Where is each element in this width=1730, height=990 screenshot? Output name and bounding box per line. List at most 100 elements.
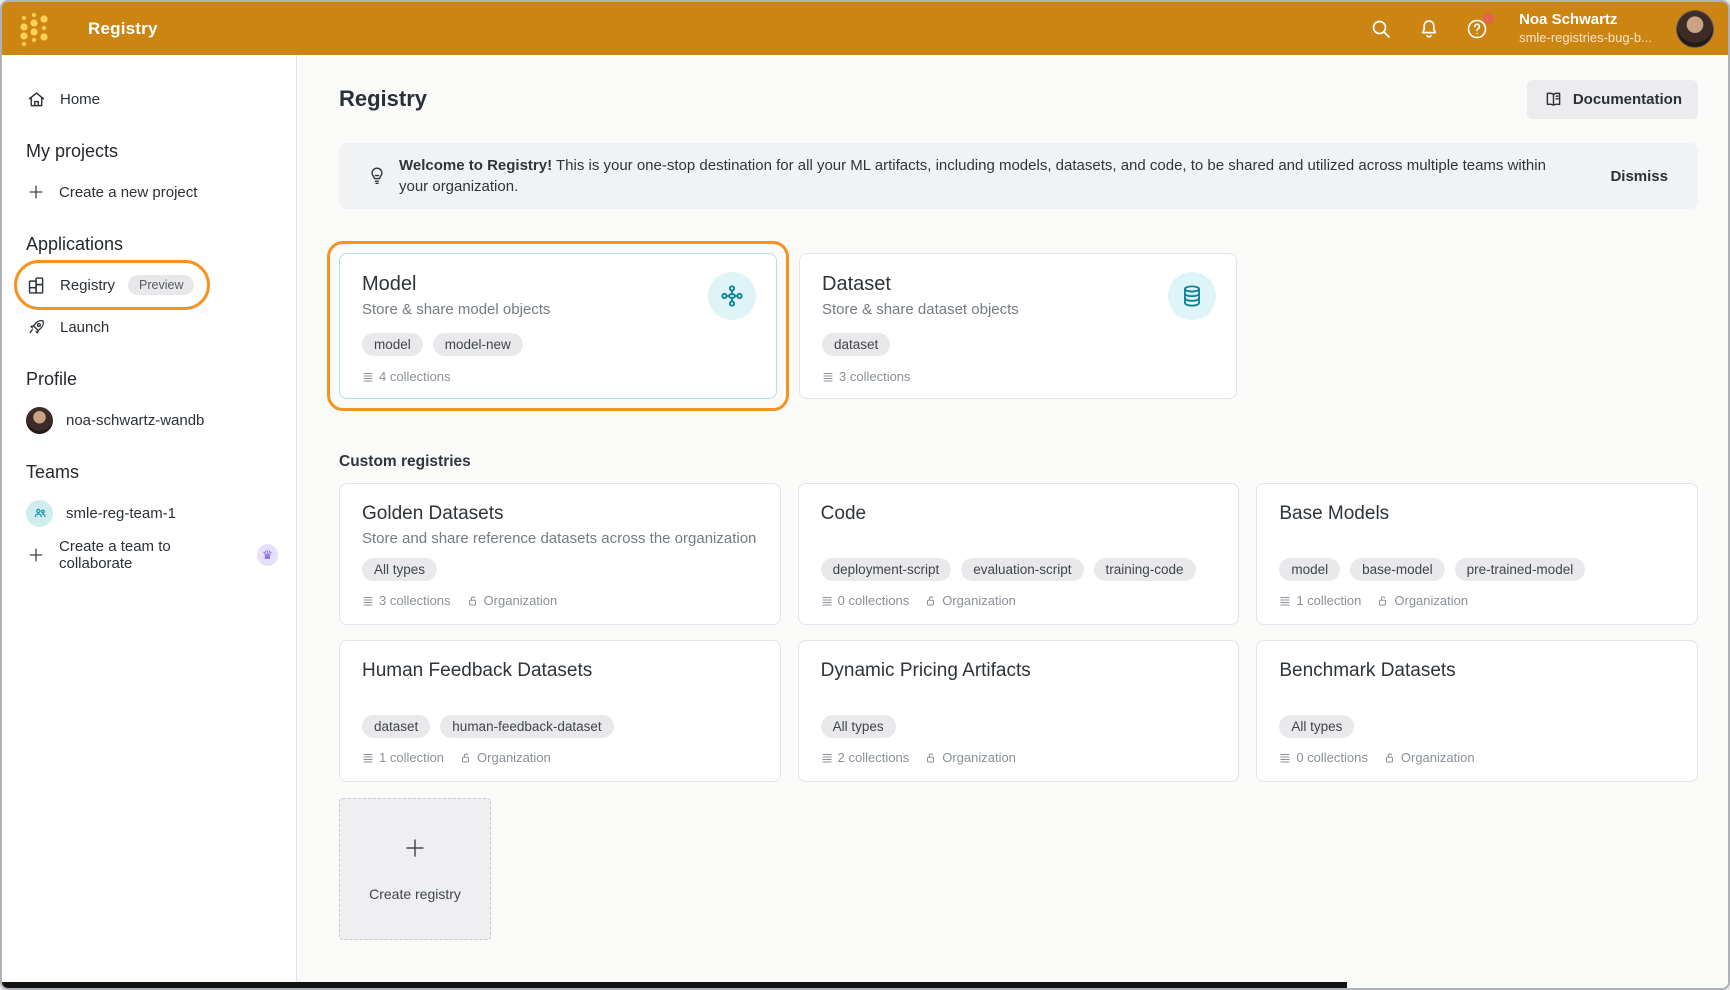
- wandb-logo-icon[interactable]: [2, 7, 66, 51]
- card-title: Dynamic Pricing Artifacts: [821, 660, 1217, 682]
- visibility-label: Organization: [484, 593, 558, 608]
- lightbulb-icon: [355, 165, 399, 187]
- user-menu[interactable]: Noa Schwartz smle-registries-bug-b...: [1519, 11, 1652, 46]
- card-tags: dataset: [822, 333, 1214, 356]
- collections-count: 0 collections: [1296, 750, 1368, 765]
- welcome-banner: Welcome to Registry! This is your one-st…: [339, 143, 1698, 209]
- tag: All types: [821, 715, 896, 738]
- tag: model: [1279, 558, 1340, 581]
- collections-count: 1 collection: [379, 750, 444, 765]
- open-book-icon: [1543, 89, 1564, 110]
- create-project-button[interactable]: Create a new project: [26, 174, 278, 210]
- unlocked-padlock-icon: [925, 752, 937, 764]
- tag: All types: [1279, 715, 1354, 738]
- notifications-bell-icon[interactable]: [1417, 17, 1441, 41]
- collections-icon: [821, 595, 833, 607]
- card-footer: 2 collections Organization: [821, 750, 1217, 765]
- banner-text: Welcome to Registry! This is your one-st…: [399, 155, 1602, 197]
- card-tags: All types: [821, 715, 1217, 738]
- registry-card-dynamic-pricing-artifacts[interactable]: Dynamic Pricing Artifacts All types 2 co…: [798, 640, 1240, 782]
- card-footer: 3 collections: [822, 369, 1214, 384]
- card-subtitle: Store & share dataset objects: [822, 301, 1214, 318]
- collections-icon: [362, 752, 374, 764]
- tag: model-new: [433, 333, 523, 356]
- main-content: Registry Documentation W: [297, 55, 1728, 990]
- page-header: Registry Documentation: [339, 77, 1698, 121]
- card-footer: 3 collections Organization: [362, 593, 758, 608]
- create-registry-label: Create registry: [369, 886, 461, 902]
- registry-card-human-feedback-datasets[interactable]: Human Feedback Datasets dataset human-fe…: [339, 640, 781, 782]
- collections-count: 2 collections: [838, 750, 910, 765]
- create-team-button[interactable]: Create a team to collaborate ♛: [26, 537, 278, 573]
- registry-card-dataset[interactable]: Dataset Store & share dataset objects da…: [799, 253, 1237, 399]
- visibility-label: Organization: [942, 750, 1016, 765]
- card-footer: 4 collections: [362, 369, 754, 384]
- collections-icon: [822, 371, 834, 383]
- custom-registries-grid: Golden Datasets Store and share referenc…: [339, 483, 1698, 782]
- card-subtitle: Store & share model objects: [362, 301, 754, 318]
- collections-count: 1 collection: [1296, 593, 1361, 608]
- user-name: Noa Schwartz: [1519, 11, 1652, 30]
- sidebar-item-registry[interactable]: Registry Preview: [26, 267, 208, 303]
- search-icon[interactable]: [1369, 17, 1393, 41]
- collections-icon: [1279, 595, 1291, 607]
- card-tags: deployment-script evaluation-script trai…: [821, 558, 1217, 581]
- card-title: Dataset: [822, 273, 1214, 296]
- tag: pre-trained-model: [1455, 558, 1586, 581]
- create-registry-button[interactable]: Create registry: [339, 798, 491, 940]
- sidebar-item-team[interactable]: smle-reg-team-1: [26, 495, 278, 531]
- visibility-label: Organization: [477, 750, 551, 765]
- banner-text-rest: This is your one-stop destination for al…: [399, 157, 1546, 195]
- dot-grid-icon: [12, 7, 56, 51]
- sidebar-item-launch[interactable]: Launch: [26, 309, 278, 345]
- registry-card-golden-datasets[interactable]: Golden Datasets Store and share referenc…: [339, 483, 781, 625]
- tag: base-model: [1350, 558, 1445, 581]
- topbar-actions: Noa Schwartz smle-registries-bug-b...: [1369, 10, 1728, 48]
- collections-icon: [362, 371, 374, 383]
- visibility-label: Organization: [1401, 750, 1475, 765]
- visibility-label: Organization: [942, 593, 1016, 608]
- notification-dot: [1483, 13, 1494, 24]
- tag: dataset: [822, 333, 890, 356]
- documentation-button[interactable]: Documentation: [1527, 80, 1698, 119]
- collections-count: 3 collections: [839, 369, 911, 384]
- model-icon: [708, 272, 756, 320]
- registry-card-benchmark-datasets[interactable]: Benchmark Datasets All types 0 collectio…: [1256, 640, 1698, 782]
- home-icon: [26, 89, 47, 110]
- collections-count: 0 collections: [838, 593, 910, 608]
- create-project-label: Create a new project: [59, 184, 197, 201]
- topbar-title: Registry: [88, 19, 158, 39]
- registry-grid-icon: [26, 275, 47, 296]
- card-subtitle: Store and share reference datasets acros…: [362, 530, 758, 547]
- sidebar: Home My projects Create a new project Ap…: [2, 55, 297, 990]
- dismiss-button[interactable]: Dismiss: [1602, 168, 1676, 185]
- card-title: Human Feedback Datasets: [362, 660, 758, 682]
- unlocked-padlock-icon: [925, 595, 937, 607]
- tag: All types: [362, 558, 437, 581]
- create-team-label: Create a team to collaborate: [59, 538, 240, 572]
- collections-icon: [362, 595, 374, 607]
- plus-icon: [26, 182, 46, 202]
- help-icon[interactable]: [1465, 17, 1489, 41]
- unlocked-padlock-icon: [467, 595, 479, 607]
- my-projects-heading: My projects: [26, 141, 278, 162]
- user-avatar[interactable]: [1676, 10, 1714, 48]
- registry-card-model[interactable]: Model Store & share model objects model …: [339, 253, 777, 399]
- banner-text-bold: Welcome to Registry!: [399, 157, 552, 174]
- model-card-wrapper: Model Store & share model objects model …: [339, 253, 777, 399]
- page-title: Registry: [339, 86, 427, 112]
- sidebar-item-profile[interactable]: noa-schwartz-wandb: [26, 402, 278, 438]
- bottom-edge-bar: [2, 982, 1347, 988]
- card-footer: 0 collections Organization: [821, 593, 1217, 608]
- registry-card-code[interactable]: Code deployment-script evaluation-script…: [798, 483, 1240, 625]
- card-tags: All types: [1279, 715, 1675, 738]
- tag: training-code: [1094, 558, 1196, 581]
- collections-icon: [1279, 752, 1291, 764]
- collections-count: 3 collections: [379, 593, 451, 608]
- card-title: Model: [362, 273, 754, 296]
- team-people-icon: [26, 500, 53, 527]
- sidebar-item-home[interactable]: Home: [26, 81, 278, 117]
- registry-card-base-models[interactable]: Base Models model base-model pre-trained…: [1256, 483, 1698, 625]
- plus-icon: [26, 545, 46, 565]
- card-footer: 1 collection Organization: [1279, 593, 1675, 608]
